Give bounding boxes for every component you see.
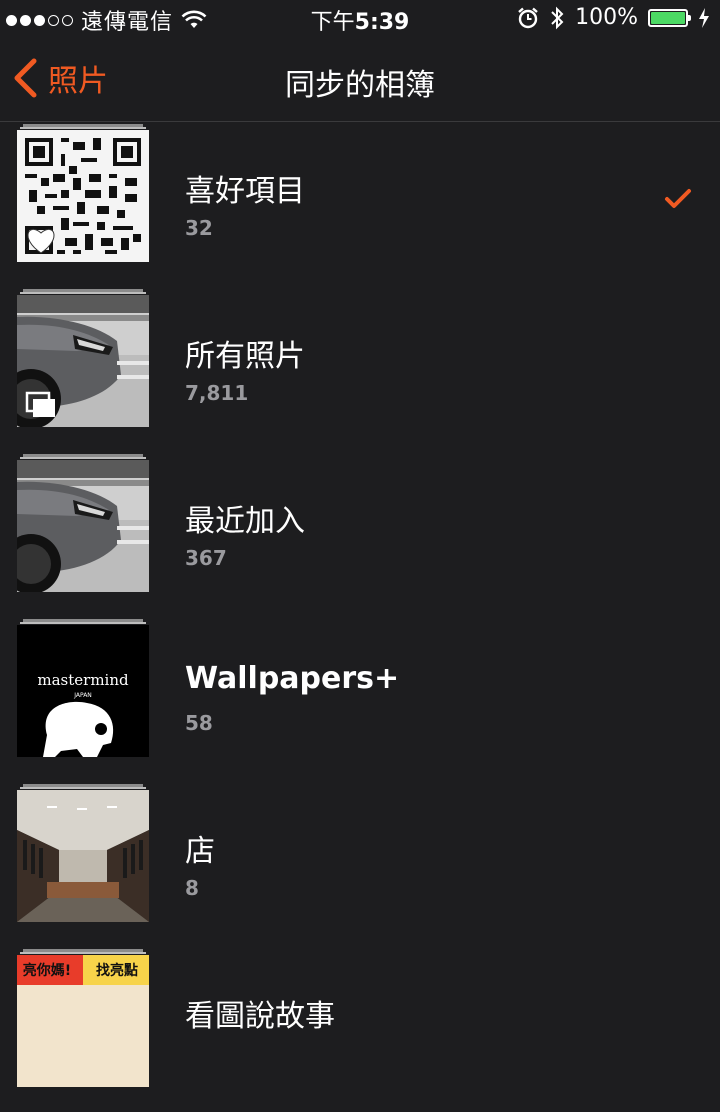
time-prefix: 下午 — [310, 10, 355, 35]
album-name: 店 — [185, 834, 215, 869]
album-row-shop[interactable]: 店 8 — [0, 782, 720, 947]
time-value: 5:39 — [354, 10, 410, 35]
album-count: 8 — [185, 876, 199, 900]
stack-icon — [25, 391, 55, 417]
battery-level — [651, 11, 685, 24]
page-title: 同步的相簿 — [285, 68, 435, 103]
album-thumbnail — [17, 784, 149, 922]
navigation-bar: 照片 同步的相簿 — [0, 36, 720, 122]
album-name: 看圖說故事 — [185, 999, 335, 1034]
battery-percent: 100% — [575, 5, 638, 30]
album-count: 367 — [185, 546, 227, 570]
car-photo-image — [1, 460, 149, 594]
thumbnail-brand-subtext: JAPAN — [73, 692, 92, 699]
battery-icon — [648, 8, 691, 27]
checkmark-icon — [665, 189, 691, 208]
album-count: 7,811 — [185, 381, 249, 405]
album-row-favorites[interactable]: 喜好項目 32 — [0, 122, 720, 287]
album-count: 32 — [185, 216, 213, 240]
album-name: Wallpapers+ — [185, 661, 400, 696]
thumbnail-brand-text: mastermind — [37, 671, 129, 689]
status-bar: 遠傳電信 下午5:39 100% — [0, 0, 720, 36]
album-count: 58 — [185, 711, 213, 735]
album-name: 所有照片 — [185, 339, 305, 374]
album-row-recently-added[interactable]: 最近加入 367 — [0, 452, 720, 617]
album-thumbnail: mastermind JAPAN — [17, 619, 149, 757]
album-thumbnail — [17, 124, 149, 262]
album-row-all-photos[interactable]: 所有照片 7,811 — [0, 287, 720, 452]
album-thumbnail — [1, 289, 149, 429]
thumbnail-comic-subtext: 找亮點 — [96, 962, 138, 979]
album-list: 喜好項目 32 所有照片 7,811 最近加入 367 mastermind J… — [0, 122, 720, 1112]
shop-interior-image — [17, 790, 149, 922]
bluetooth-icon — [551, 6, 564, 29]
heart-icon — [27, 228, 55, 254]
album-name: 最近加入 — [185, 504, 305, 539]
album-thumbnail — [1, 454, 149, 594]
thumbnail-comic-text: 亮你媽! — [23, 962, 71, 979]
album-name: 喜好項目 — [185, 174, 305, 209]
comic-strip-image: 亮你媽! 找亮點 — [17, 955, 149, 1087]
status-bar-right: 100% — [517, 5, 710, 30]
album-row-wallpapers[interactable]: mastermind JAPAN Wallpapers+ 58 — [0, 617, 720, 782]
charging-icon — [699, 7, 709, 28]
album-row-picture-stories[interactable]: 亮你媽! 找亮點 看圖說故事 — [0, 947, 720, 1112]
alarm-icon — [518, 7, 538, 28]
album-thumbnail: 亮你媽! 找亮點 — [17, 949, 149, 1087]
mastermind-skull-image: mastermind JAPAN — [17, 625, 149, 757]
